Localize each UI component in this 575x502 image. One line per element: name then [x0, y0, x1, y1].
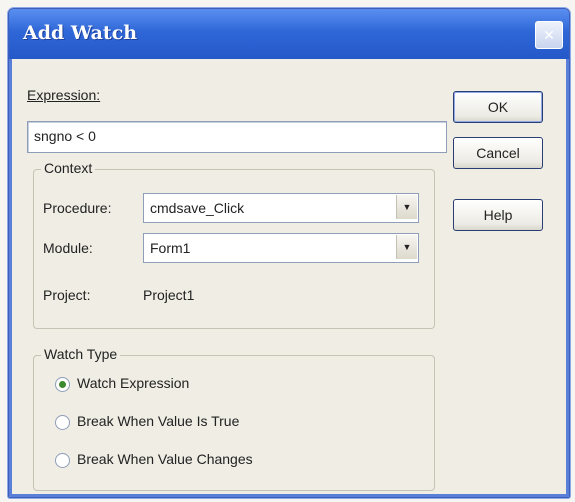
procedure-label: Procedure: [43, 200, 112, 216]
chevron-down-icon[interactable]: ▼ [396, 195, 417, 219]
close-icon[interactable]: ✕ [535, 21, 563, 49]
procedure-combo[interactable]: cmdsave_Click ▼ [143, 193, 419, 223]
project-label: Project: [43, 287, 91, 303]
procedure-value: cmdsave_Click [150, 200, 245, 216]
expression-label: Expression: [27, 87, 101, 103]
window-title: Add Watch [23, 22, 138, 44]
expression-value: sngno < 0 [34, 128, 96, 144]
add-watch-dialog: Add Watch ✕ Expression: sngno < 0 Contex… [8, 8, 570, 498]
module-combo[interactable]: Form1 ▼ [143, 233, 419, 263]
module-value: Form1 [150, 240, 191, 256]
module-label: Module: [43, 240, 93, 256]
break-when-true-radio[interactable] [55, 415, 70, 430]
break-when-changes-label[interactable]: Break When Value Changes [77, 451, 253, 467]
radio-selected-dot [59, 381, 66, 388]
help-button[interactable]: Help [453, 199, 543, 231]
break-when-changes-radio[interactable] [55, 453, 70, 468]
watch-type-group-title: Watch Type [41, 346, 121, 362]
title-bar[interactable]: Add Watch ✕ [9, 9, 569, 59]
watch-expression-radio[interactable] [55, 377, 70, 392]
cancel-button[interactable]: Cancel [453, 137, 543, 169]
ok-button[interactable]: OK [453, 91, 543, 123]
expression-input[interactable]: sngno < 0 [27, 121, 447, 153]
dialog-body: Expression: sngno < 0 Context Procedure:… [15, 59, 563, 491]
project-value: Project1 [143, 287, 195, 303]
context-group-title: Context [41, 160, 96, 176]
chevron-down-icon[interactable]: ▼ [396, 235, 417, 259]
break-when-true-label[interactable]: Break When Value Is True [77, 413, 239, 429]
watch-expression-label[interactable]: Watch Expression [77, 375, 189, 391]
